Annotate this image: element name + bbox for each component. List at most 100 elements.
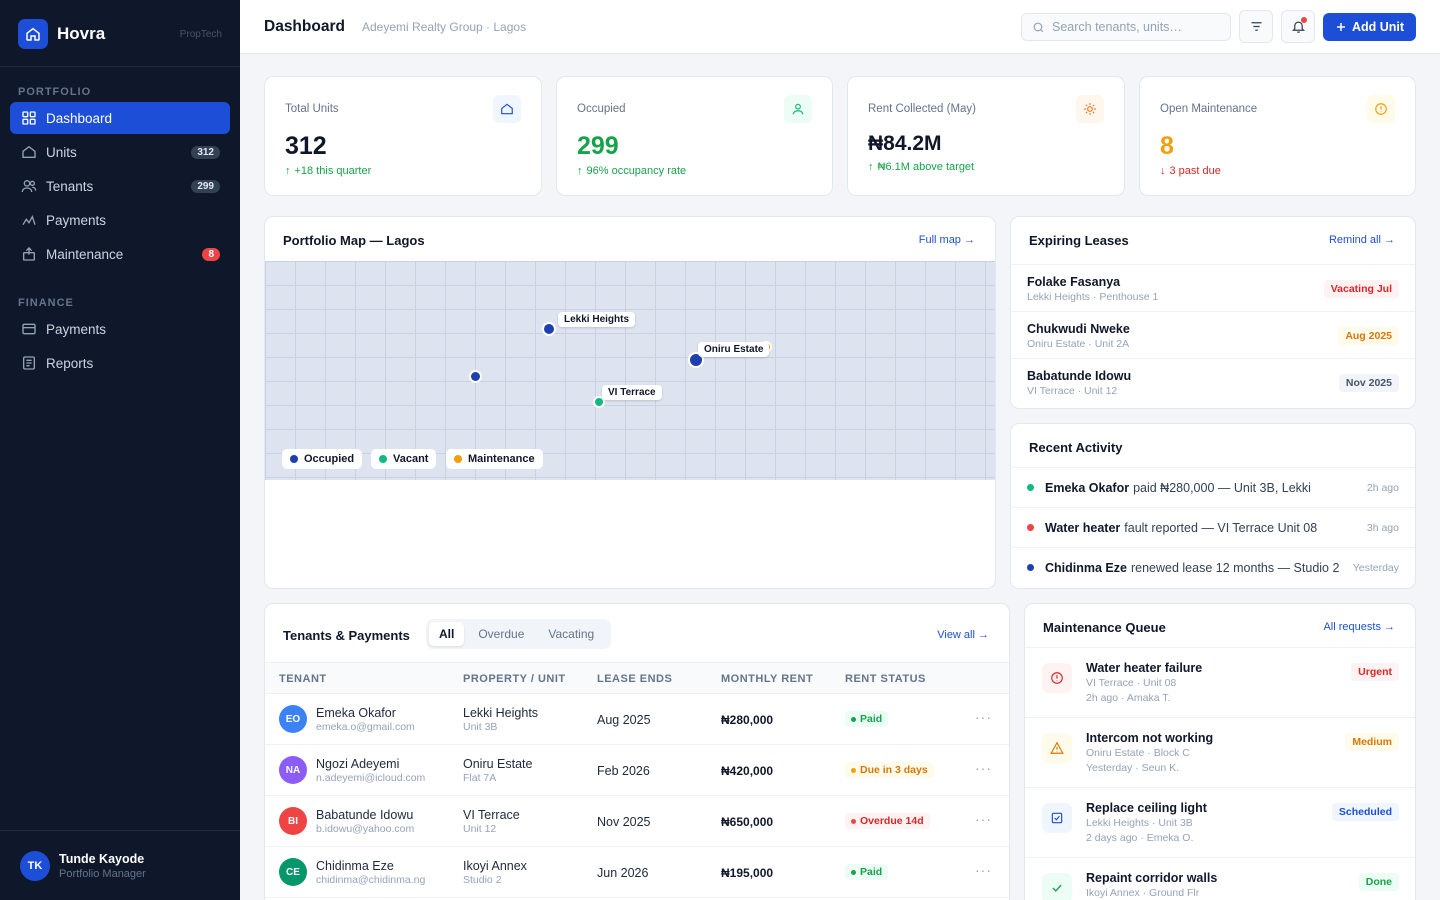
stat-value: 312 [285, 132, 327, 160]
all-requests-link[interactable]: All requests → [1323, 621, 1395, 633]
maintenance-item[interactable]: Repaint corridor walls Ikoyi Annex · Gro… [1025, 857, 1415, 900]
lease-item[interactable]: Chukwudi Nweke Oniru Estate · Unit 2A Au… [1011, 311, 1415, 358]
column-header[interactable]: TENANT [279, 673, 327, 685]
stat-value: 8 [1160, 132, 1174, 160]
more-options-icon[interactable]: ··· [975, 709, 992, 725]
stat-trend-text: ₦6.1M above target [877, 161, 975, 173]
tenants-title: Tenants & Payments [283, 628, 410, 643]
tenant-filter-tabs: All Overdue Vacating [426, 619, 612, 649]
lease-tenant: Babatunde Idowu [1027, 369, 1132, 383]
status-text: Overdue 14d [860, 815, 924, 827]
activity-time: 2h ago [1366, 481, 1399, 494]
maintenance-item[interactable]: Replace ceiling light Lekki Heights · Un… [1025, 787, 1415, 857]
stat-value: ₦84.2M [868, 132, 942, 155]
lease-item[interactable]: Babatunde Idowu VI Terrace · Unit 12 Nov… [1011, 358, 1415, 405]
map-marker-occupied[interactable] [542, 322, 556, 336]
map-label: VI Terrace [602, 385, 662, 400]
activity-item[interactable]: Emeka Okafor paid ₦280,000 — Unit 3B, Lek… [1011, 467, 1415, 507]
sidebar-item-payments[interactable]: Payments [10, 204, 230, 236]
brand[interactable]: Hovra PropTech [18, 19, 222, 49]
arrow-up-icon: ↑ [285, 165, 291, 177]
tenants-payments-card: Tenants & Payments All Overdue Vacating … [264, 603, 1010, 900]
notifications-button[interactable] [1281, 10, 1315, 43]
map-marker-occupied[interactable] [469, 370, 482, 383]
add-unit-button[interactable]: Add Unit [1323, 13, 1416, 41]
tenant-name: Emeka Okafor [316, 706, 396, 720]
tab-all[interactable]: All [429, 622, 465, 646]
map-canvas[interactable]: Lekki Heights Oniru Estate VI Terrace [265, 261, 995, 480]
tab-vacating[interactable]: Vacating [538, 622, 604, 646]
view-all-link[interactable]: View all → [937, 629, 989, 641]
table-row[interactable]: NA Ngozi Adeyemi n.adeyemi@icloud.com On… [265, 745, 1009, 796]
remind-all-link[interactable]: Remind all → [1329, 234, 1395, 246]
activity-text: renewed lease 12 months — Studio 2 [1130, 560, 1340, 575]
table-row[interactable]: BI Babatunde Idowu b.idowu@yahoo.com VI … [265, 796, 1009, 847]
avatar: BI [279, 807, 307, 835]
filter-icon [1249, 19, 1264, 34]
add-unit-label: Add Unit [1351, 20, 1405, 34]
section-finance: FINANCE [18, 297, 74, 309]
lease-badge: Aug 2025 [1338, 327, 1399, 345]
page-title: Dashboard [264, 18, 345, 35]
column-header[interactable]: RENT STATUS [845, 673, 926, 685]
table-header: TENANT PROPERTY / UNIT LEASE ENDS MONTHL… [265, 662, 1009, 694]
user-profile[interactable]: TK Tunde Kayode Portfolio Manager [0, 830, 240, 900]
unit-name: Unit 12 [463, 823, 497, 835]
sidebar-item-finance-payments[interactable]: Payments [10, 313, 230, 345]
lease-ends: Jun 2026 [597, 866, 649, 880]
filter-button[interactable] [1239, 10, 1273, 43]
search-input[interactable]: Search tenants, units… [1021, 13, 1231, 41]
stat-label: Rent Collected (May) [868, 103, 977, 115]
maintenance-item[interactable]: Water heater failure VI Terrace · Unit 0… [1025, 647, 1415, 717]
request-title: Water heater failure [1086, 661, 1203, 675]
request-location: VI Terrace · Unit 08 [1086, 677, 1177, 689]
count-badge: 312 [191, 145, 220, 159]
sidebar-item-tenants[interactable]: Tenants 299 [10, 170, 230, 202]
maintenance-item[interactable]: Intercom not working Oniru Estate · Bloc… [1025, 717, 1415, 787]
trend-icon [20, 211, 38, 229]
avatar: TK [20, 850, 50, 881]
stat-label: Total Units [285, 103, 339, 115]
activity-title: Recent Activity [1029, 440, 1123, 455]
table-row[interactable]: EO Emeka Okafor emeka.o@gmail.com Lekki … [265, 694, 1009, 745]
more-options-icon[interactable]: ··· [975, 811, 992, 827]
request-location: Ikoyi Annex · Ground Flr [1086, 887, 1200, 899]
alert-circle-icon [1042, 663, 1072, 693]
arrow-down-icon: ↓ [1160, 165, 1166, 177]
home-logo-icon [18, 19, 48, 49]
full-map-link[interactable]: Full map → [919, 234, 975, 246]
column-header[interactable]: LEASE ENDS [597, 673, 672, 685]
activity-subject: Water heater [1045, 520, 1121, 535]
maintenance-title: Maintenance Queue [1043, 620, 1166, 635]
lease-item[interactable]: Folake Fasanya Lekki Heights · Penthouse… [1011, 264, 1415, 311]
activity-item[interactable]: Water heater fault reported — VI Terrace … [1011, 507, 1415, 547]
priority-badge: Medium [1345, 733, 1399, 751]
lease-ends: Feb 2026 [597, 764, 650, 778]
lease-unit: VI Terrace · Unit 12 [1027, 385, 1118, 397]
stat-card-occupied: Occupied 299 ↑ 96% occupancy rate [556, 76, 833, 196]
card-icon [20, 320, 38, 338]
request-meta: 2h ago · Amaka T. [1086, 692, 1171, 704]
sidebar-item-units[interactable]: Units 312 [10, 136, 230, 168]
stat-label: Occupied [577, 103, 626, 115]
activity-text: fault reported — VI Terrace Unit 08 [1124, 520, 1318, 535]
status-badge: Overdue 14d [845, 813, 930, 829]
tenant-name: Chidinma Eze [316, 859, 394, 873]
column-header[interactable]: PROPERTY / UNIT [463, 673, 566, 685]
sidebar-item-dashboard[interactable]: Dashboard [10, 102, 230, 134]
monthly-rent: ₦420,000 [721, 764, 774, 778]
more-options-icon[interactable]: ··· [975, 760, 992, 776]
portfolio-map-card: Portfolio Map — Lagos Full map → Lekki H… [264, 216, 996, 589]
tab-overdue[interactable]: Overdue [468, 622, 534, 646]
activity-item[interactable]: Chidinma Eze renewed lease 12 months — St… [1011, 547, 1415, 587]
sidebar-item-reports[interactable]: Reports [10, 347, 230, 379]
sidebar-item-maintenance[interactable]: Maintenance 8 [10, 238, 230, 270]
lease-ends: Aug 2025 [597, 713, 651, 727]
stat-trend: ↑ 96% occupancy rate [577, 165, 686, 177]
table-row[interactable]: CE Chidinma Eze chidinma@chidinma.ng Iko… [265, 847, 1009, 898]
column-header[interactable]: MONTHLY RENT [721, 673, 813, 685]
tenant-name: Babatunde Idowu [316, 808, 414, 822]
search-icon [1032, 21, 1045, 34]
alert-circle-icon [1367, 95, 1395, 123]
more-options-icon[interactable]: ··· [975, 862, 992, 878]
